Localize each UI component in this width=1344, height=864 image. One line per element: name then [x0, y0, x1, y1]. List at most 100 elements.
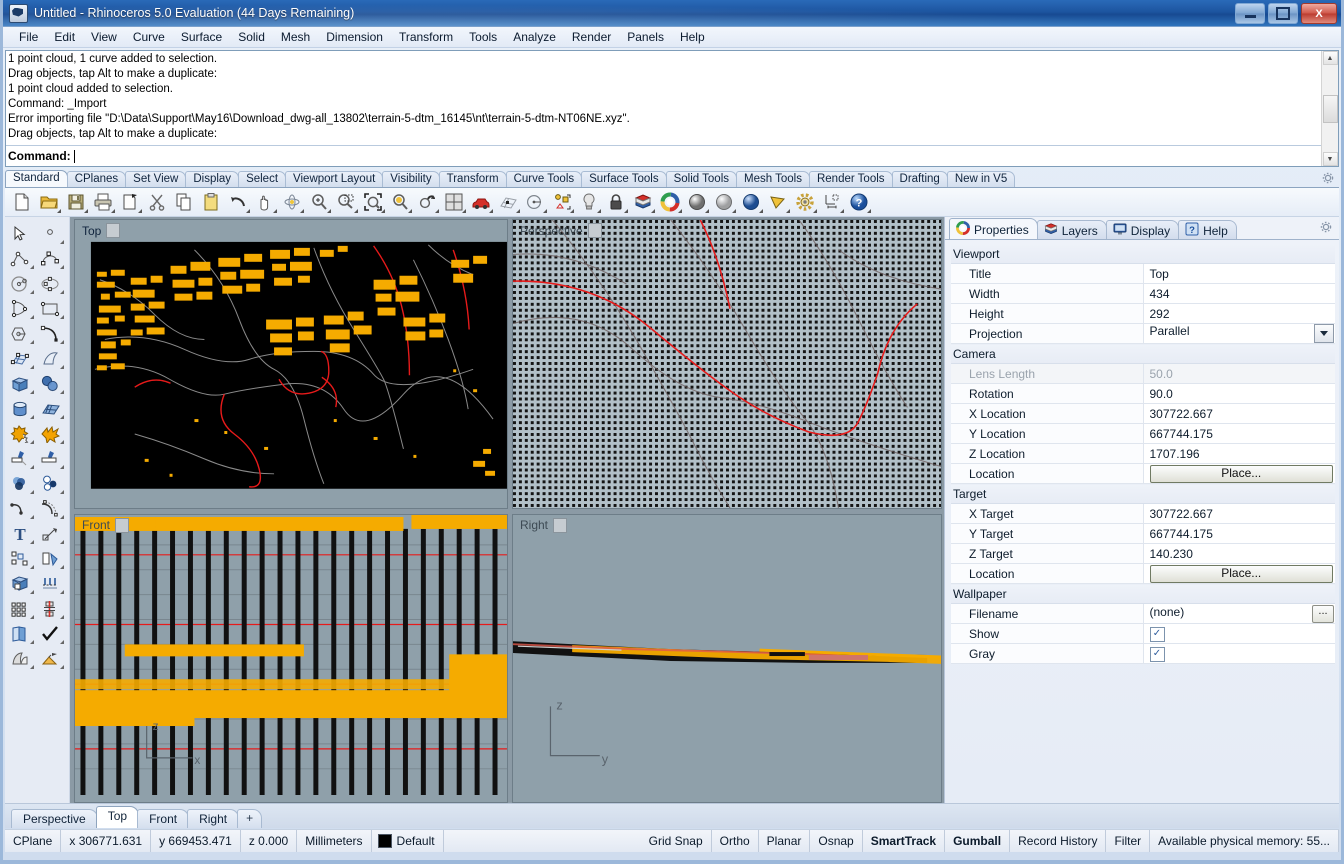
sphere-boolean-icon[interactable] — [35, 371, 65, 396]
menu-dimension[interactable]: Dimension — [318, 28, 391, 46]
save-icon[interactable] — [63, 190, 89, 214]
viewport-top-label[interactable]: Top — [78, 222, 122, 239]
zoom-selected-icon[interactable] — [387, 190, 413, 214]
property-row-show[interactable]: Show ✓ — [951, 623, 1335, 644]
check-objects-icon[interactable] — [35, 621, 65, 646]
new-file-icon[interactable] — [9, 190, 35, 214]
rotate-icon[interactable] — [35, 546, 65, 571]
viewport-perspective-dropdown-icon[interactable] — [587, 223, 602, 238]
status-cplane[interactable]: CPlane — [5, 830, 62, 852]
property-row-height[interactable]: Height 292 — [951, 303, 1335, 324]
menu-panels[interactable]: Panels — [619, 28, 672, 46]
menu-solid[interactable]: Solid — [230, 28, 273, 46]
leader-dimension-icon[interactable] — [35, 521, 65, 546]
viewport-front[interactable]: z x Front — [74, 513, 508, 803]
scroll-down-icon[interactable]: ▼ — [1322, 152, 1338, 166]
analyze-direction-icon[interactable] — [35, 596, 65, 621]
property-value-title[interactable]: Top — [1142, 263, 1335, 284]
property-row-y-location[interactable]: Y Location 667744.175 — [951, 423, 1335, 444]
polyline-icon[interactable] — [5, 246, 35, 271]
projection-dropdown-icon[interactable] — [1314, 324, 1334, 343]
property-value-z-location[interactable]: 1707.196 — [1142, 443, 1335, 464]
select-arrow-icon[interactable] — [5, 221, 35, 246]
property-value-rotation[interactable]: 90.0 — [1142, 383, 1335, 404]
close-button[interactable]: X — [1301, 3, 1337, 24]
toolbar-tab-surface-tools[interactable]: Surface Tools — [581, 171, 667, 187]
viewport-right-label[interactable]: Right — [516, 517, 569, 534]
command-scrollbar[interactable]: ▲ ▼ — [1321, 51, 1338, 166]
status-toggle-gumball[interactable]: Gumball — [945, 830, 1011, 852]
point-icon[interactable] — [35, 221, 65, 246]
menu-tools[interactable]: Tools — [461, 28, 505, 46]
fillet-curve-icon[interactable] — [5, 496, 35, 521]
viewport-tab-front[interactable]: Front — [137, 809, 190, 828]
toolbar-tab-new-in-v5[interactable]: New in V5 — [946, 171, 1016, 187]
zoom-window-icon[interactable] — [333, 190, 359, 214]
status-toggle-osnap[interactable]: Osnap — [810, 830, 863, 852]
control-point-curve-icon[interactable] — [35, 246, 65, 271]
toolbar-tab-set-view[interactable]: Set View — [125, 171, 187, 187]
property-value-x-location[interactable]: 307722.667 — [1142, 403, 1335, 424]
surface-from-points-icon[interactable] — [5, 346, 35, 371]
car-render-icon[interactable] — [468, 190, 494, 214]
cut-scissors-icon[interactable] — [144, 190, 170, 214]
show-checkbox[interactable]: ✓ — [1149, 626, 1165, 642]
menu-analyze[interactable]: Analyze — [505, 28, 564, 46]
toolbar-tab-transform[interactable]: Transform — [438, 171, 507, 187]
property-row-target-location[interactable]: Location Place... — [951, 563, 1335, 584]
panel-options-gear-icon[interactable] — [1319, 220, 1333, 237]
property-row-z-location[interactable]: Z Location 1707.196 — [951, 443, 1335, 464]
property-value-height[interactable]: 292 — [1142, 303, 1335, 324]
status-toggle-grid-snap[interactable]: Grid Snap — [641, 830, 712, 852]
camera-cone-icon[interactable] — [765, 190, 791, 214]
toolbar-options-gear-icon[interactable] — [1321, 171, 1335, 188]
property-row-projection[interactable]: Projection Parallel — [951, 323, 1335, 344]
property-row-x-target[interactable]: X Target 307722.667 — [951, 503, 1335, 524]
browse-file-button[interactable]: ... — [1312, 604, 1334, 623]
viewport-top[interactable]: Top — [74, 219, 508, 509]
lock-icon[interactable] — [603, 190, 629, 214]
toolbar-tab-viewport-layout[interactable]: Viewport Layout — [285, 171, 384, 187]
property-value-y-location[interactable]: 667744.175 — [1142, 423, 1335, 444]
extrude-surface-icon[interactable] — [35, 346, 65, 371]
toolbar-tab-curve-tools[interactable]: Curve Tools — [505, 171, 583, 187]
copy-to-clipboard-icon[interactable] — [117, 190, 143, 214]
viewport-layout-icon[interactable] — [441, 190, 467, 214]
toolbar-tab-standard[interactable]: Standard — [5, 170, 68, 187]
property-row-gray[interactable]: Gray ✓ — [951, 643, 1335, 664]
viewport-perspective-label[interactable]: Perspective — [516, 222, 604, 239]
wallpaper-filename-cell[interactable]: ... (none) — [1142, 603, 1335, 624]
render-icon[interactable] — [35, 646, 65, 671]
viewport-tab-top[interactable]: Top — [95, 806, 140, 828]
status-toggle-ortho[interactable]: Ortho — [712, 830, 759, 852]
polygon-triangle-icon[interactable] — [5, 296, 35, 321]
rendered-sphere-icon[interactable] — [738, 190, 764, 214]
trim-icon[interactable] — [5, 446, 35, 471]
status-toggle-filter[interactable]: Filter — [1106, 830, 1151, 852]
property-row-z-target[interactable]: Z Target 140.230 — [951, 543, 1335, 564]
toolbar-tab-display[interactable]: Display — [185, 171, 240, 187]
property-row-rotation[interactable]: Rotation 90.0 — [951, 383, 1335, 404]
zoom-extents-icon[interactable] — [360, 190, 386, 214]
copy-icon[interactable] — [171, 190, 197, 214]
viewport-front-label[interactable]: Front — [78, 517, 131, 534]
menu-file[interactable]: File — [11, 28, 46, 46]
scroll-up-icon[interactable]: ▲ — [1322, 51, 1338, 65]
print-icon[interactable] — [90, 190, 116, 214]
viewport-tab-add-button[interactable]: + — [237, 809, 263, 828]
layers-icon[interactable] — [630, 190, 656, 214]
viewport-right[interactable]: z y Right — [512, 513, 942, 803]
toolbar-tab-mesh-tools[interactable]: Mesh Tools — [736, 171, 810, 187]
rectangle-icon[interactable] — [35, 296, 65, 321]
property-value-projection-cell[interactable]: Parallel — [1142, 323, 1335, 344]
rotate-view-icon[interactable] — [279, 190, 305, 214]
dimension-icon[interactable] — [819, 190, 845, 214]
box-icon[interactable] — [5, 371, 35, 396]
status-toggle-record-history[interactable]: Record History — [1010, 830, 1107, 852]
toolbar-tab-render-tools[interactable]: Render Tools — [808, 171, 893, 187]
menu-surface[interactable]: Surface — [173, 28, 230, 46]
text-icon[interactable]: T — [5, 521, 35, 546]
menu-view[interactable]: View — [83, 28, 125, 46]
viewport-tab-perspective[interactable]: Perspective — [11, 809, 98, 828]
scrollbar-thumb[interactable] — [1322, 94, 1338, 123]
